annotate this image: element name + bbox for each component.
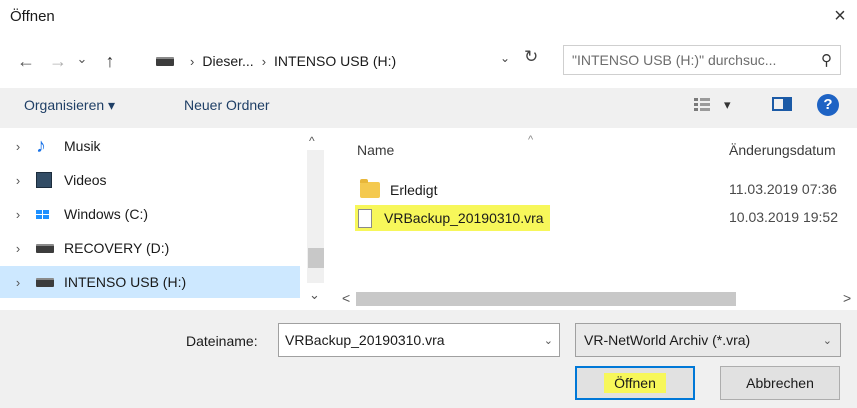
breadcrumb-item-this-pc[interactable]: Dieser...	[202, 53, 253, 69]
chevron-down-icon: ⌄	[822, 334, 832, 347]
hscroll-right-button[interactable]: >	[843, 290, 851, 306]
arrow-left-icon: ←	[17, 51, 35, 71]
refresh-icon: ↻	[524, 47, 539, 66]
chevron-up-icon: ^	[309, 134, 315, 148]
caret-down-icon: ▾	[724, 97, 731, 112]
chevron-down-icon: ⌄	[309, 287, 320, 302]
music-icon: ♪	[36, 135, 46, 157]
filetype-select[interactable]: VR-NetWorld Archiv (*.vra) ⌄	[575, 323, 841, 357]
file-row-vrbackup[interactable]: VRBackup_20190310.vra	[355, 205, 550, 231]
organize-menu-button[interactable]: Organisieren ▾	[24, 97, 115, 114]
breadcrumb-item-usb[interactable]: INTENSO USB (H:)	[274, 53, 396, 69]
chevron-down-icon: ⌄	[76, 51, 88, 66]
chevron-left-icon: <	[342, 290, 351, 306]
chevron-down-icon: ⌄	[500, 51, 511, 65]
folder-icon	[360, 179, 380, 198]
hscroll-thumb[interactable]	[356, 292, 736, 306]
window-title: Öffnen	[10, 8, 55, 25]
chevron-right-icon[interactable]: ›	[0, 139, 36, 154]
view-options-button[interactable]	[693, 95, 715, 115]
chevron-right-icon: >	[843, 290, 852, 306]
column-header-name[interactable]: Name	[357, 142, 394, 158]
column-header-modified[interactable]: Änderungsdatum	[729, 142, 836, 158]
tree-item-label: Videos	[64, 172, 107, 188]
tree-item-music[interactable]: › ♪ Musik	[0, 130, 300, 162]
search-input[interactable]: "INTENSO USB (H:)" durchsuc...	[572, 52, 821, 68]
file-icon	[358, 208, 372, 228]
cancel-button[interactable]: Abbrechen	[720, 366, 840, 400]
tree-item-label: RECOVERY (D:)	[64, 240, 170, 256]
video-icon	[36, 172, 52, 188]
tree-item-label: Musik	[64, 138, 101, 154]
breadcrumb-separator-icon: ›	[261, 53, 267, 69]
filename-label: Dateiname:	[186, 333, 258, 349]
address-dropdown-button[interactable]: ⌄	[500, 51, 510, 65]
file-name: VRBackup_20190310.vra	[384, 210, 544, 226]
refresh-button[interactable]: ↻	[524, 47, 538, 67]
windows-drive-icon	[36, 209, 49, 219]
tree-item-label: INTENSO USB (H:)	[64, 274, 187, 290]
chevron-right-icon[interactable]: ›	[0, 173, 36, 188]
breadcrumb-separator-icon: ›	[190, 53, 195, 69]
open-button-label: Öffnen	[604, 373, 666, 393]
help-icon: ?	[823, 96, 833, 113]
drive-icon	[36, 243, 54, 253]
filetype-value: VR-NetWorld Archiv (*.vra)	[584, 332, 751, 348]
search-box[interactable]: "INTENSO USB (H:)" durchsuc... ⚲	[563, 45, 841, 75]
details-view-icon	[694, 98, 710, 111]
drive-icon	[36, 277, 54, 287]
file-modified-date: 10.03.2019 19:52	[729, 209, 838, 225]
chevron-right-icon[interactable]: ›	[0, 207, 36, 222]
back-button[interactable]: ←	[14, 49, 38, 73]
view-dropdown-button[interactable]: ▾	[724, 97, 731, 113]
search-icon[interactable]: ⚲	[821, 51, 832, 69]
filename-combobox[interactable]: VRBackup_20190310.vra ⌄	[278, 323, 560, 357]
file-name: Erledigt	[390, 182, 438, 198]
tree-item-intenso-usb-h[interactable]: › INTENSO USB (H:)	[0, 266, 300, 298]
close-button[interactable]: ×	[828, 4, 852, 28]
file-modified-date: 11.03.2019 07:36	[729, 181, 837, 197]
up-button[interactable]: ↑	[98, 49, 122, 73]
filename-input[interactable]: VRBackup_20190310.vra	[285, 332, 544, 348]
chevron-right-icon[interactable]: ›	[0, 275, 36, 290]
tree-scrollbar-thumb[interactable]	[308, 248, 324, 268]
tree-scroll-down-button[interactable]: ⌄	[309, 287, 320, 303]
open-button[interactable]: Öffnen	[575, 366, 695, 400]
new-folder-button[interactable]: Neuer Ordner	[184, 97, 270, 113]
sort-ascending-icon: ^	[528, 134, 534, 146]
drive-icon	[156, 56, 174, 66]
chevron-down-icon[interactable]: ⌄	[544, 334, 553, 347]
file-row-erledigt[interactable]: Erledigt	[360, 177, 437, 203]
recent-locations-button[interactable]: ⌄	[74, 47, 90, 71]
tree-item-recovery-d[interactable]: › RECOVERY (D:)	[0, 232, 300, 264]
preview-pane-button[interactable]	[772, 97, 792, 111]
arrow-right-icon: →	[49, 51, 67, 71]
tree-item-videos[interactable]: › Videos	[0, 164, 300, 196]
tree-item-windows-c[interactable]: › Windows (C:)	[0, 198, 300, 230]
chevron-right-icon[interactable]: ›	[0, 241, 36, 256]
help-button[interactable]: ?	[817, 94, 839, 116]
tree-scroll-up-button[interactable]: ^	[309, 134, 315, 148]
forward-button[interactable]: →	[46, 49, 70, 73]
arrow-up-icon: ↑	[105, 51, 115, 71]
hscroll-left-button[interactable]: <	[342, 290, 350, 306]
close-icon: ×	[834, 5, 846, 27]
address-bar[interactable]: › Dieser... › INTENSO USB (H:)	[150, 47, 550, 75]
tree-item-label: Windows (C:)	[64, 206, 149, 222]
